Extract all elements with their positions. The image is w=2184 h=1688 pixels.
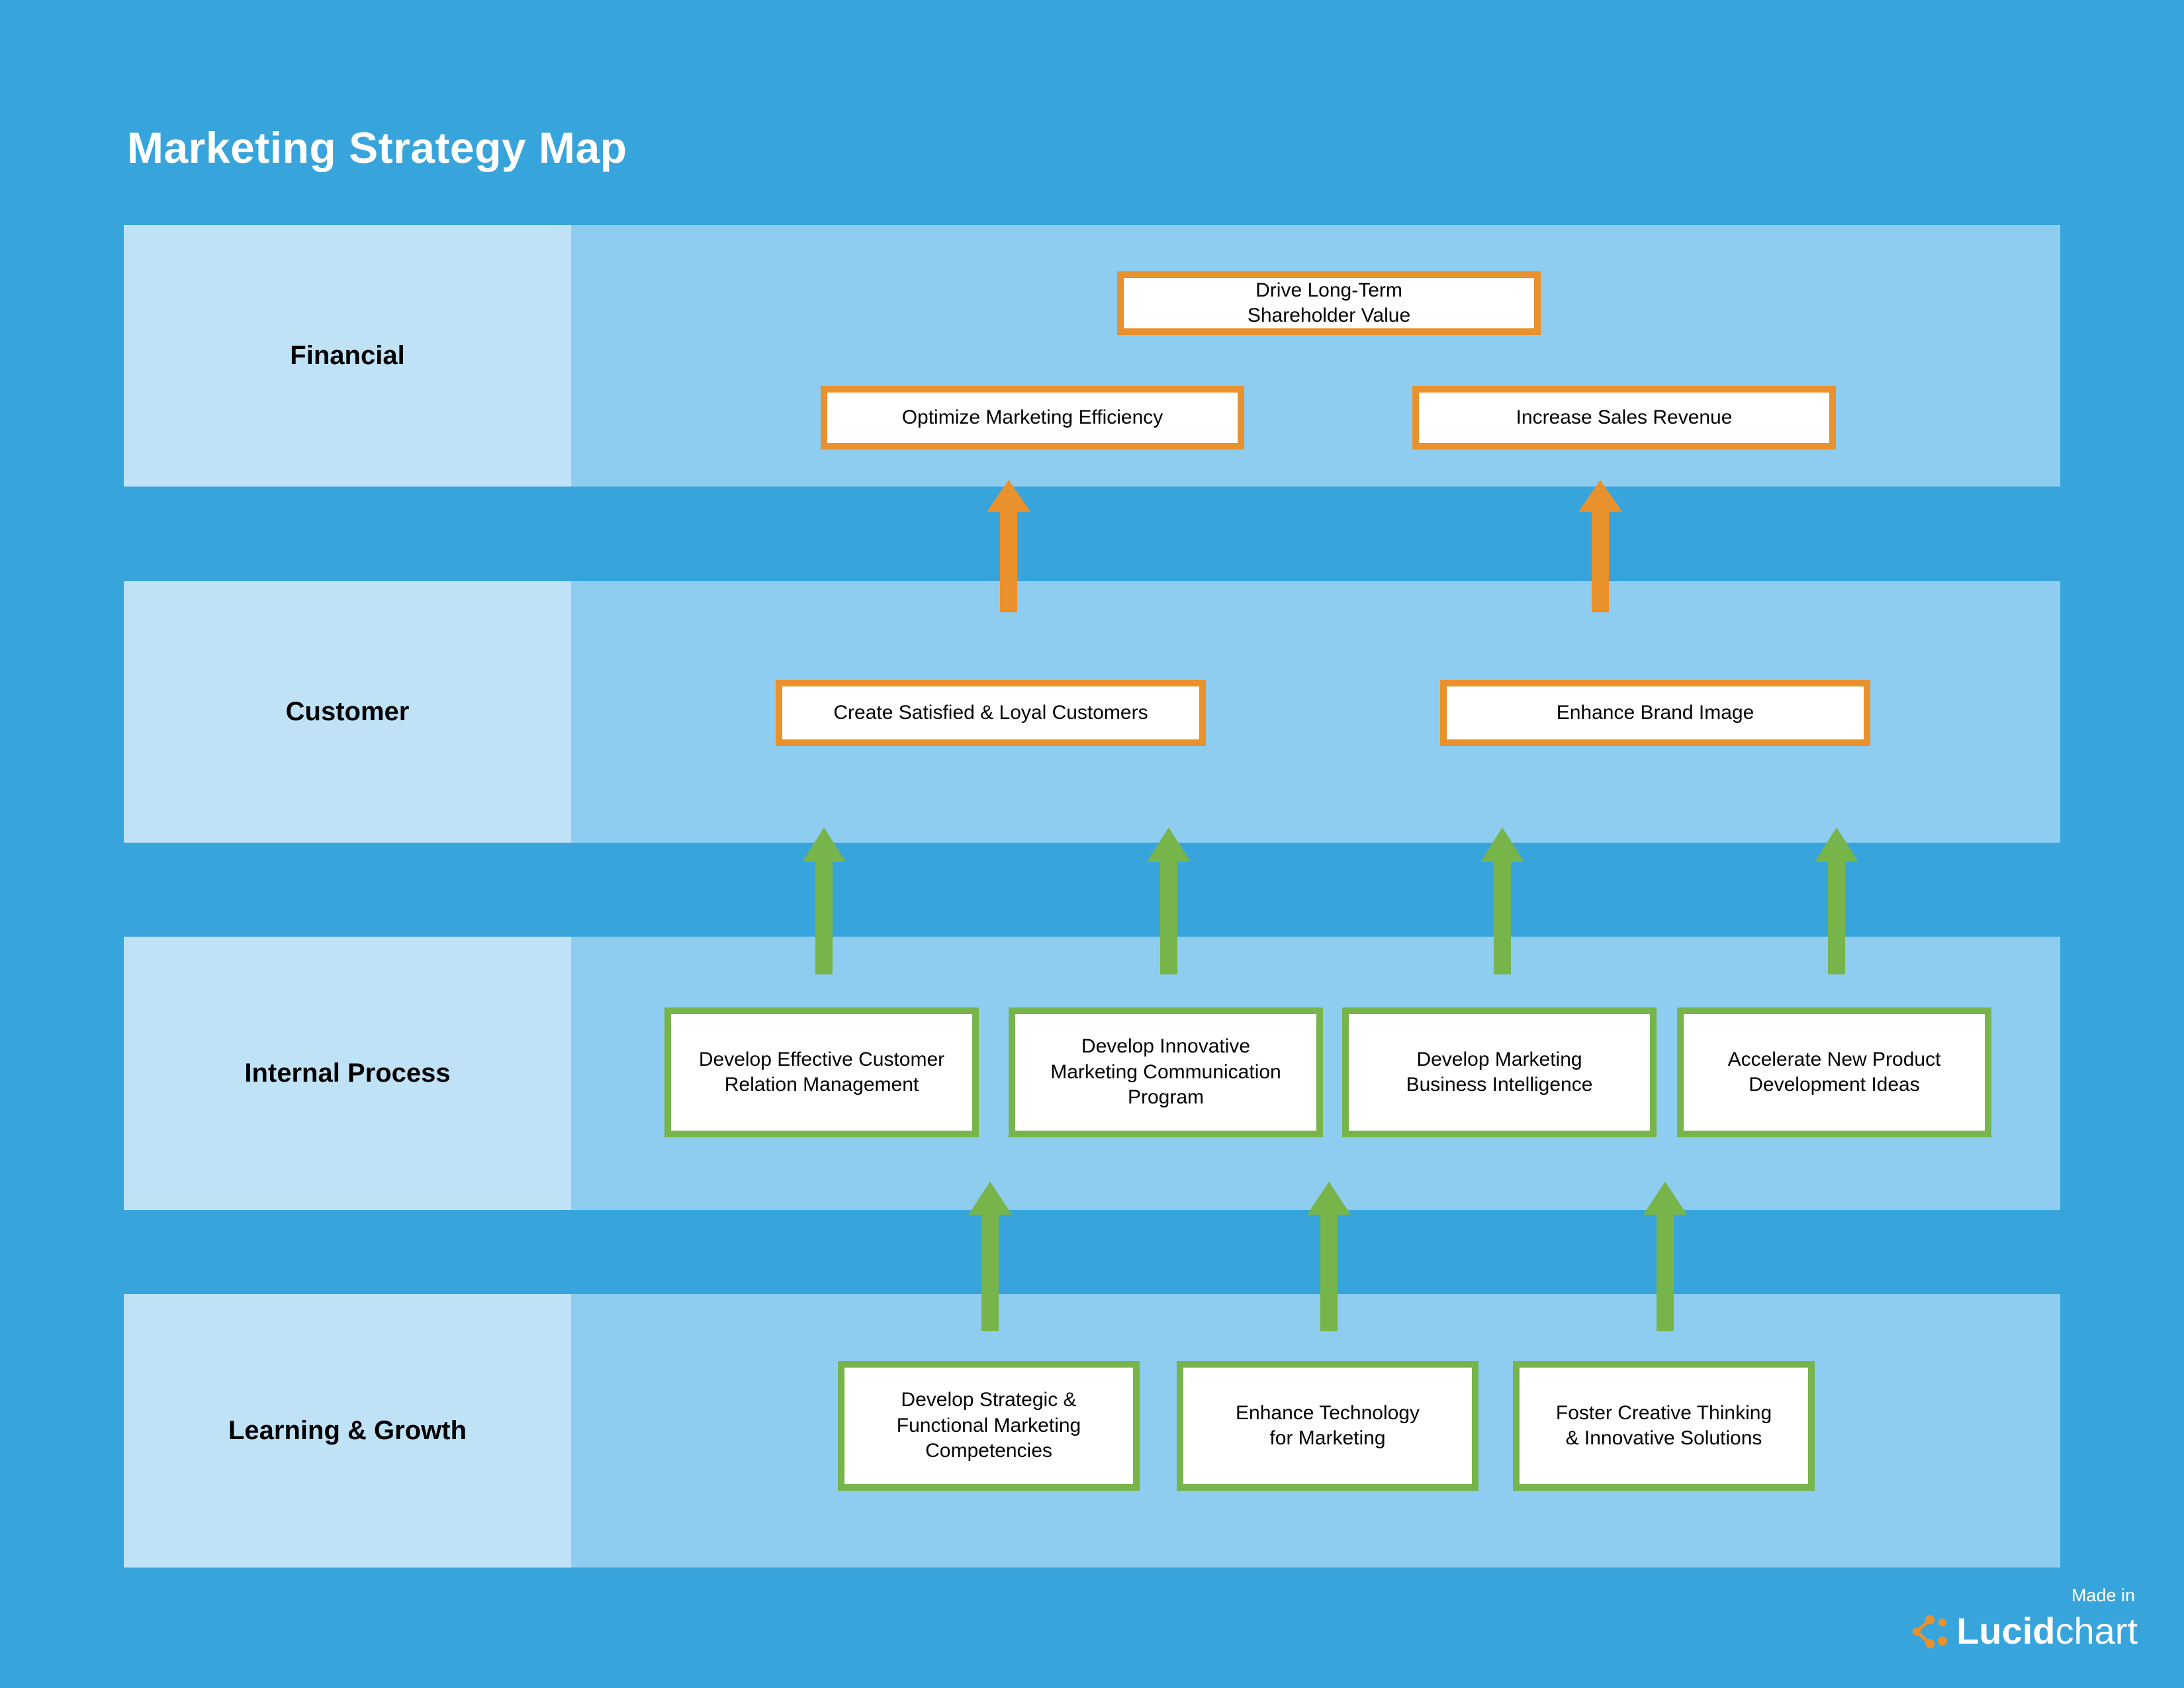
arrow-orange-customer-to-optimize-efficiency (987, 480, 1030, 612)
chart-word: chart (2055, 1610, 2138, 1652)
objective-box-increase-sales-revenue[interactable]: Increase Sales Revenue (1412, 386, 1836, 449)
objective-box-develop-marketing-business-intelligence[interactable]: Develop Marketing Business Intelligence (1342, 1008, 1657, 1137)
lucidchart-node-graph-icon (1913, 1615, 1948, 1648)
page-title: Marketing Strategy Map (127, 123, 627, 172)
row-label-financial: Financial (290, 341, 405, 370)
arrow-green-technology-to-communication (1307, 1182, 1351, 1331)
row-label-cell-internal-process: Internal Process (124, 937, 571, 1210)
arrow-green-communication-to-satisfied-customers (1147, 827, 1191, 974)
objective-box-accelerate-new-product-development-ideas[interactable]: Accelerate New Product Development Ideas (1677, 1008, 1991, 1137)
arrow-green-product-development-to-brand-image (1815, 827, 1858, 974)
row-label-cell-customer: Customer (124, 581, 571, 843)
lucidchart-logo: Lucidchart (1913, 1613, 2138, 1650)
made-in-label: Made in (2071, 1585, 2135, 1605)
objective-box-enhance-technology-for-marketing[interactable]: Enhance Technology for Marketing (1177, 1361, 1479, 1491)
arrow-green-intelligence-to-brand-image (1480, 827, 1524, 974)
arrow-orange-customer-to-increase-revenue (1578, 480, 1622, 612)
objective-box-drive-long-term-shareholder-value[interactable]: Drive Long-Term Shareholder Value (1117, 271, 1541, 335)
arrow-green-crm-to-satisfied-customers (802, 827, 846, 974)
row-label-internal-process: Internal Process (244, 1058, 451, 1088)
lucidchart-attribution: Made in Lucidchart (1913, 1587, 2138, 1650)
objective-box-develop-innovative-marketing-communication-program[interactable]: Develop Innovative Marketing Communicatio… (1009, 1008, 1323, 1137)
objective-box-enhance-brand-image[interactable]: Enhance Brand Image (1440, 680, 1870, 746)
row-label-customer: Customer (285, 697, 410, 726)
arrow-green-creative-thinking-to-intelligence (1643, 1182, 1687, 1331)
lucidchart-wordmark: Lucidchart (1956, 1613, 2138, 1650)
row-label-cell-learning-growth: Learning & Growth (124, 1294, 571, 1568)
row-label-learning-growth: Learning & Growth (228, 1416, 467, 1445)
objective-box-optimize-marketing-efficiency[interactable]: Optimize Marketing Efficiency (821, 386, 1244, 449)
objective-box-foster-creative-thinking-innovative-solutions[interactable]: Foster Creative Thinking & Innovative Sol… (1513, 1361, 1815, 1491)
lucid-word: Lucid (1956, 1610, 2056, 1652)
objective-box-develop-effective-customer-relation-management[interactable]: Develop Effective Customer Relation Manag… (664, 1008, 979, 1137)
objective-box-develop-strategic-functional-marketing-competencies[interactable]: Develop Strategic & Functional Marketing C… (838, 1361, 1140, 1491)
row-label-cell-financial: Financial (124, 225, 571, 487)
arrow-green-competencies-to-crm (968, 1182, 1012, 1331)
objective-box-create-satisfied-loyal-customers[interactable]: Create Satisfied & Loyal Customers (776, 680, 1206, 746)
